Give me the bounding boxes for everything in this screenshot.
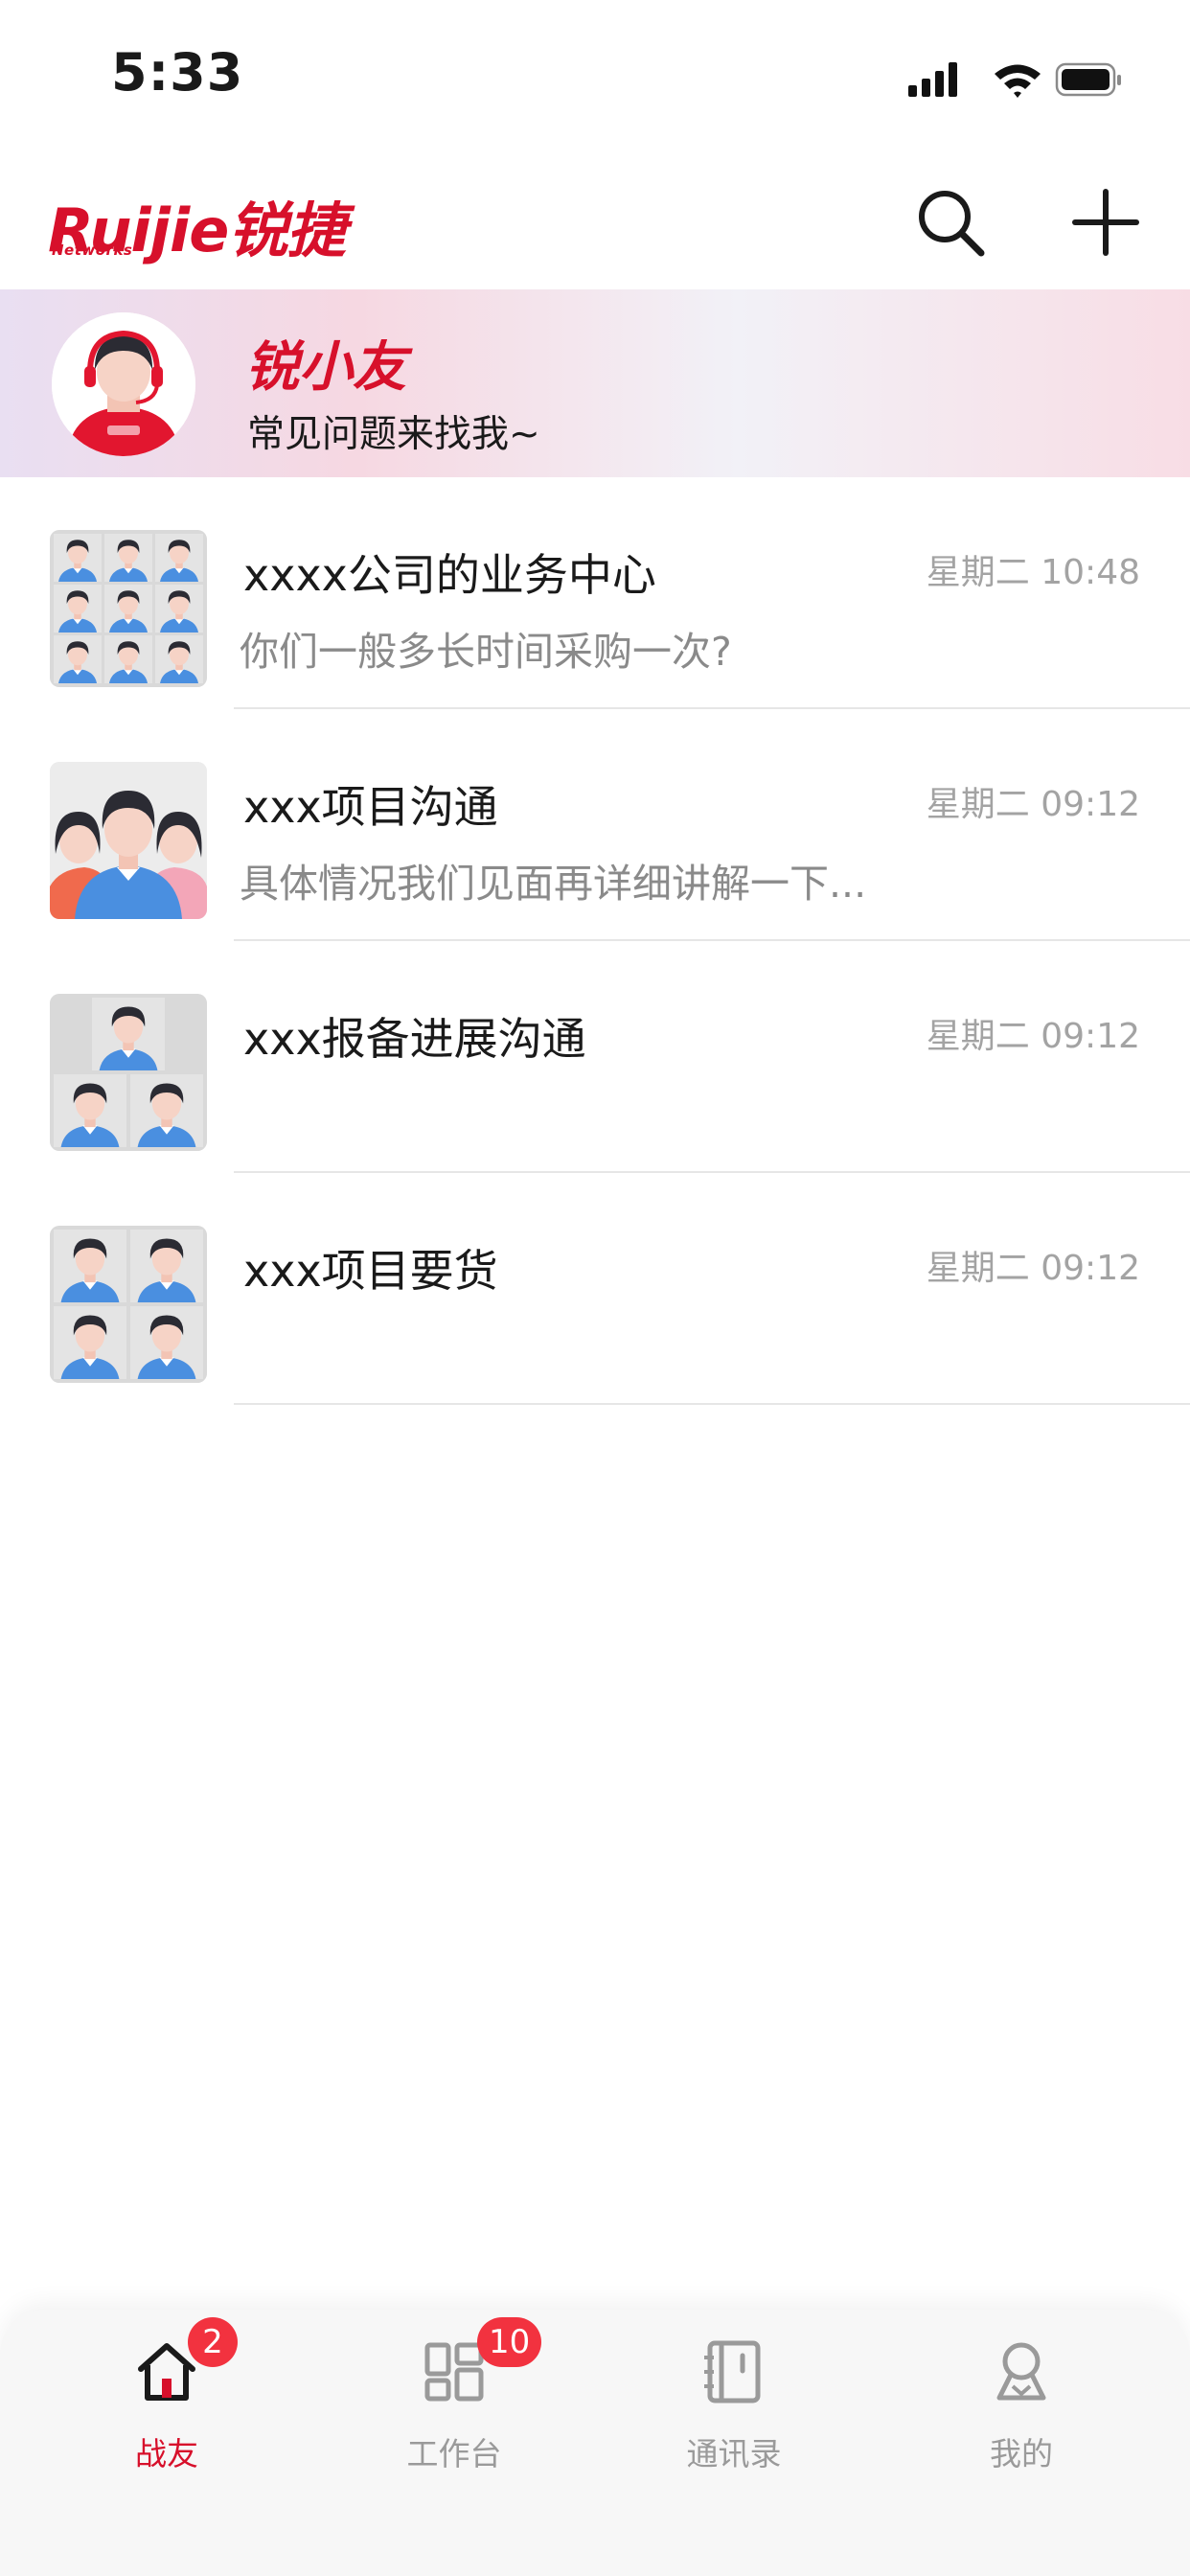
search-icon — [919, 191, 985, 257]
profile-icon — [996, 2342, 1046, 2401]
tab-label: 战友 — [135, 2435, 198, 2472]
chat-time: 星期二 10:48 — [927, 544, 1140, 594]
bottom-tab-bar: 2 战友 10 工作台 通讯录 我的 — [0, 2310, 1190, 2576]
battery-icon — [1055, 62, 1121, 97]
assistant-banner[interactable]: 锐小友 常见问题来找我~ — [0, 289, 1190, 477]
chat-clock: 10:48 — [1041, 553, 1140, 592]
add-button[interactable] — [1058, 174, 1154, 270]
status-bar: 5:33 — [0, 0, 1190, 153]
assistant-avatar — [52, 312, 195, 456]
divider — [234, 1403, 1190, 1405]
chat-title: xxx项目要货 — [243, 1245, 498, 1297]
chat-day: 星期二 — [926, 1249, 1030, 1288]
signal-icon — [908, 62, 957, 97]
chat-time: 星期二 09:12 — [927, 1008, 1140, 1058]
assistant-name: 锐小友 — [245, 336, 406, 399]
chat-title: xxxx公司的业务中心 — [243, 549, 656, 601]
chat-item[interactable]: xxxx公司的业务中心 星期二 10:48 你们一般多长时间采购一次? — [0, 477, 1190, 709]
group-avatar — [50, 994, 207, 1151]
chat-day: 星期二 — [926, 553, 1030, 592]
logo-subtext: Networks — [52, 242, 133, 259]
status-time: 5:33 — [111, 42, 244, 103]
tab-label: 工作台 — [406, 2435, 502, 2472]
contacts-book-icon — [704, 2340, 761, 2404]
tab-workbench[interactable]: 10 工作台 — [358, 2317, 550, 2501]
group-avatar — [50, 530, 207, 687]
tab-mine[interactable]: 我的 — [926, 2329, 1117, 2501]
chat-preview: 具体情况我们见面再详细讲解一下... — [240, 861, 867, 907]
chat-clock: 09:12 — [1041, 1249, 1140, 1288]
chat-item[interactable]: xxx项目沟通 星期二 09:12 具体情况我们见面再详细讲解一下... — [0, 709, 1190, 941]
chat-title: xxx项目沟通 — [243, 781, 498, 833]
tab-label: 我的 — [990, 2435, 1053, 2472]
wifi-icon — [995, 64, 1041, 98]
group-avatar — [50, 1226, 207, 1383]
plus-icon — [1072, 189, 1139, 256]
tab-badge: 2 — [188, 2317, 238, 2367]
tab-label: 通讯录 — [686, 2435, 782, 2472]
chat-list: xxxx公司的业务中心 星期二 10:48 你们一般多长时间采购一次? xxx项… — [0, 477, 1190, 1405]
search-button[interactable] — [903, 174, 998, 270]
chat-time: 星期二 09:12 — [927, 1240, 1140, 1290]
chat-item[interactable]: xxx报备进展沟通 星期二 09:12 — [0, 941, 1190, 1173]
ruijie-logo: Ruijie锐捷 Networks — [48, 182, 393, 265]
chat-preview: 你们一般多长时间采购一次? — [240, 629, 732, 675]
chat-title: xxx报备进展沟通 — [243, 1013, 586, 1065]
chat-time: 星期二 09:12 — [927, 776, 1140, 826]
app-header: Ruijie锐捷 Networks — [0, 153, 1190, 289]
tab-badge: 10 — [477, 2317, 542, 2367]
chat-day: 星期二 — [926, 785, 1030, 824]
tab-comrades[interactable]: 2 战友 — [71, 2317, 263, 2501]
tab-contacts[interactable]: 通讯录 — [638, 2329, 830, 2501]
group-avatar — [50, 762, 207, 919]
chat-item[interactable]: xxx项目要货 星期二 09:12 — [0, 1173, 1190, 1405]
assistant-description: 常见问题来找我~ — [247, 413, 540, 456]
chat-clock: 09:12 — [1041, 785, 1140, 824]
chat-clock: 09:12 — [1041, 1017, 1140, 1056]
status-icons — [908, 59, 1123, 98]
chat-day: 星期二 — [926, 1017, 1030, 1056]
